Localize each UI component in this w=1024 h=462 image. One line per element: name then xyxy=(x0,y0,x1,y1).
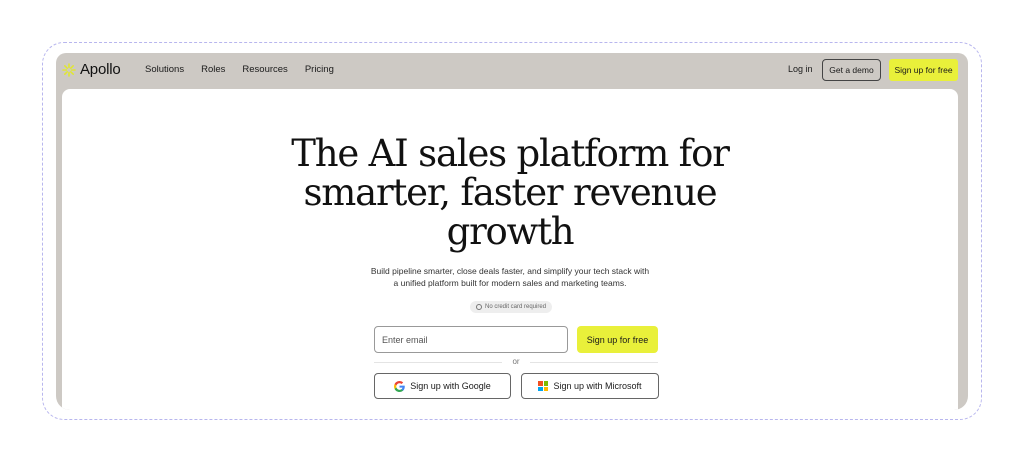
nav-signup-button[interactable]: Sign up for free xyxy=(889,59,958,81)
nav-link-roles[interactable]: Roles xyxy=(201,64,225,75)
login-link[interactable]: Log in xyxy=(788,64,813,74)
apollo-sunburst-icon xyxy=(62,62,76,77)
brand-logo[interactable]: Apollo xyxy=(62,61,121,78)
microsoft-button-label: Sign up with Microsoft xyxy=(553,381,642,391)
browser-window: Apollo Solutions Roles Resources Pricing… xyxy=(56,53,968,410)
nav-links: Solutions Roles Resources Pricing xyxy=(145,64,334,75)
hero-subtext: Build pipeline smarter, close deals fast… xyxy=(62,265,958,289)
headline-line: smarter, faster revenue xyxy=(303,171,717,214)
brand-name: Apollo xyxy=(80,61,121,78)
nav-link-resources[interactable]: Resources xyxy=(242,64,287,75)
or-divider: or xyxy=(374,357,658,367)
subtext-line: Build pipeline smarter, close deals fast… xyxy=(370,266,650,276)
badge-label: No credit card required xyxy=(485,304,547,310)
signup-button[interactable]: Sign up for free xyxy=(577,326,658,353)
microsoft-signup-button[interactable]: Sign up with Microsoft xyxy=(521,373,659,399)
headline-line: growth xyxy=(446,210,575,253)
get-demo-button[interactable]: Get a demo xyxy=(822,59,881,81)
nav-link-solutions[interactable]: Solutions xyxy=(145,64,184,75)
subtext-line: a unified platform built for modern sale… xyxy=(393,278,627,288)
google-signup-button[interactable]: Sign up with Google xyxy=(374,373,511,399)
hero-section: The AI sales platform for smarter, faste… xyxy=(62,89,958,410)
email-input[interactable] xyxy=(374,326,568,353)
nav-link-pricing[interactable]: Pricing xyxy=(305,64,334,75)
hero-headline: The AI sales platform for smarter, faste… xyxy=(62,134,958,251)
microsoft-icon xyxy=(538,381,549,391)
google-button-label: Sign up with Google xyxy=(410,381,491,391)
or-label: or xyxy=(512,357,520,366)
top-nav: Apollo Solutions Roles Resources Pricing… xyxy=(56,53,968,89)
headline-line: The AI sales platform for xyxy=(291,132,730,175)
check-circle-icon xyxy=(476,304,482,310)
google-icon xyxy=(394,380,405,392)
no-credit-card-badge: No credit card required xyxy=(470,301,553,313)
